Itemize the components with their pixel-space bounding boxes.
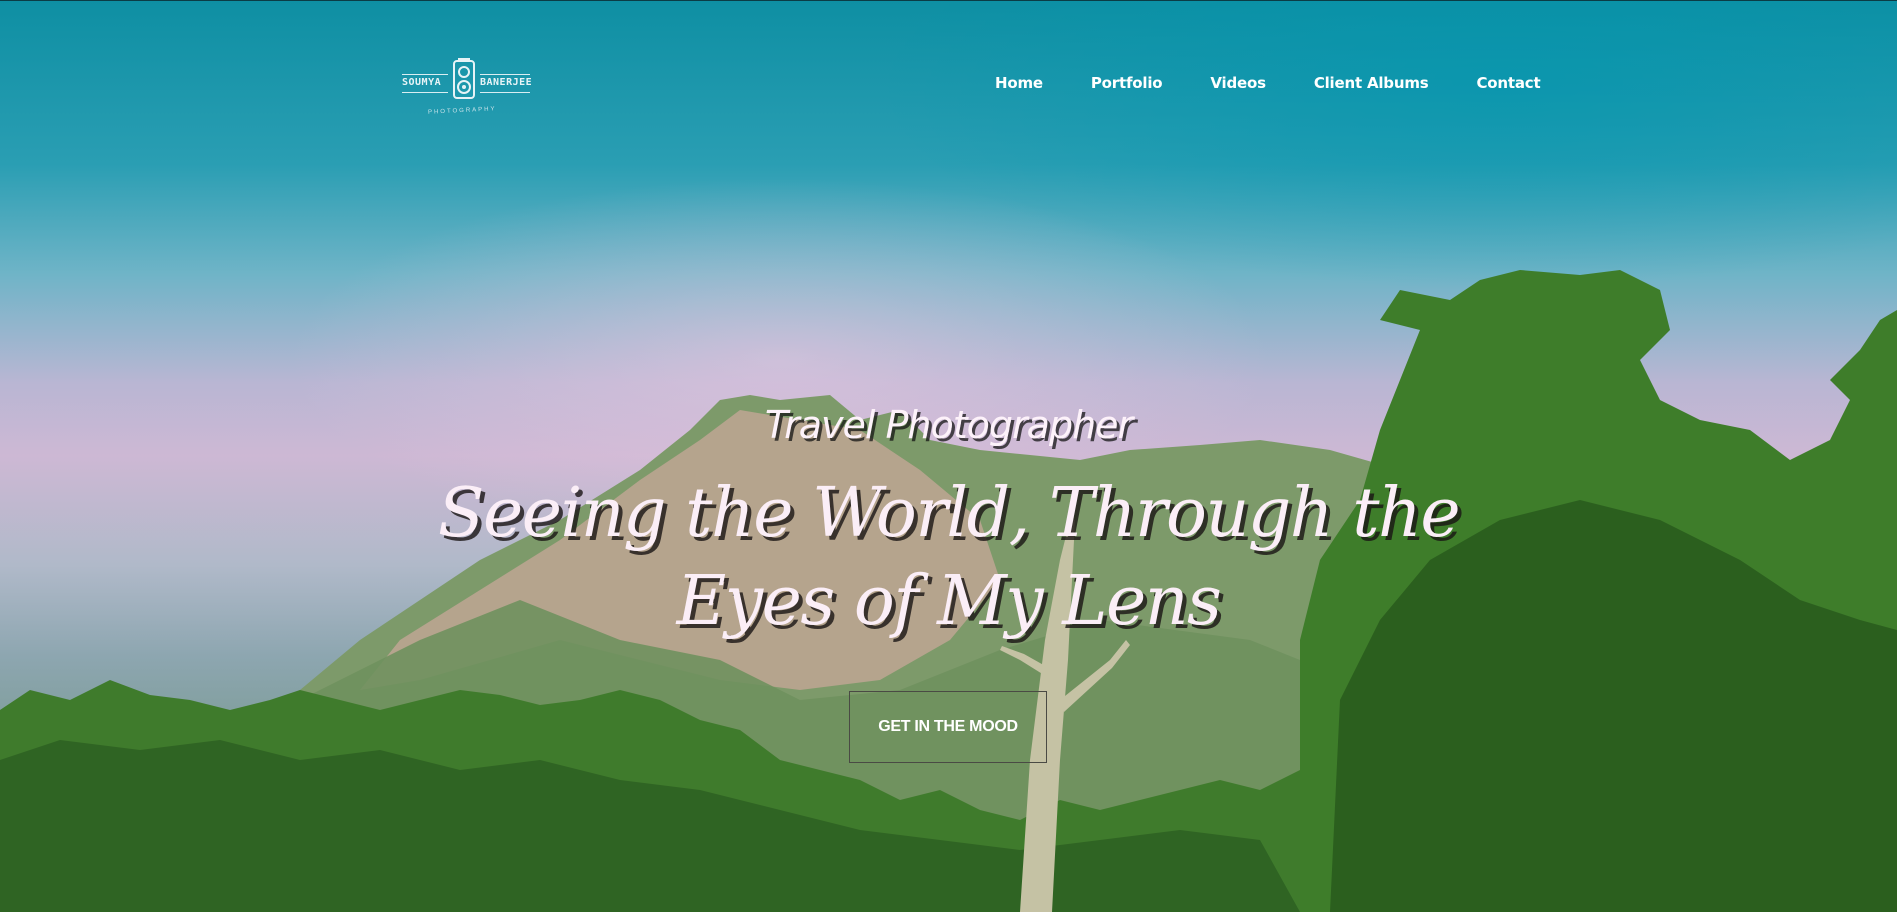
brand-logo[interactable]: SOUMYA BANERJEE PHOTOGRAPHY <box>400 56 532 122</box>
nav-home[interactable]: Home <box>995 74 1043 92</box>
logo-rule <box>480 74 530 75</box>
brand-tagline: PHOTOGRAPHY <box>427 106 497 116</box>
nav-portfolio[interactable]: Portfolio <box>1091 74 1163 92</box>
brand-name-left: SOUMYA <box>402 77 442 88</box>
top-border <box>0 0 1897 1</box>
brand-name-right: BANERJEE <box>480 77 533 88</box>
logo-rule <box>480 92 530 93</box>
hero-headline: Seeing the World, Through the Eyes of My … <box>400 470 1497 646</box>
nav-client-albums[interactable]: Client Albums <box>1314 74 1429 92</box>
hero-headline-line1: Seeing the World, Through the <box>437 474 1461 553</box>
hero-section: SOUMYA BANERJEE PHOTOGRAPHY Home Portfol… <box>0 0 1897 912</box>
camera-icon <box>453 58 475 99</box>
hero-headline-line2: Eyes of My Lens <box>676 562 1222 641</box>
nav-videos[interactable]: Videos <box>1210 74 1266 92</box>
logo-rule <box>402 92 448 93</box>
hero-background-photo <box>0 270 1897 912</box>
nav-contact[interactable]: Contact <box>1476 74 1540 92</box>
get-in-the-mood-button[interactable]: GET IN THE MOOD <box>849 691 1047 763</box>
hero-eyebrow: Travel Photographer <box>764 403 1133 447</box>
logo-rule <box>402 74 448 75</box>
main-navigation: Home Portfolio Videos Client Albums Cont… <box>995 74 1541 92</box>
